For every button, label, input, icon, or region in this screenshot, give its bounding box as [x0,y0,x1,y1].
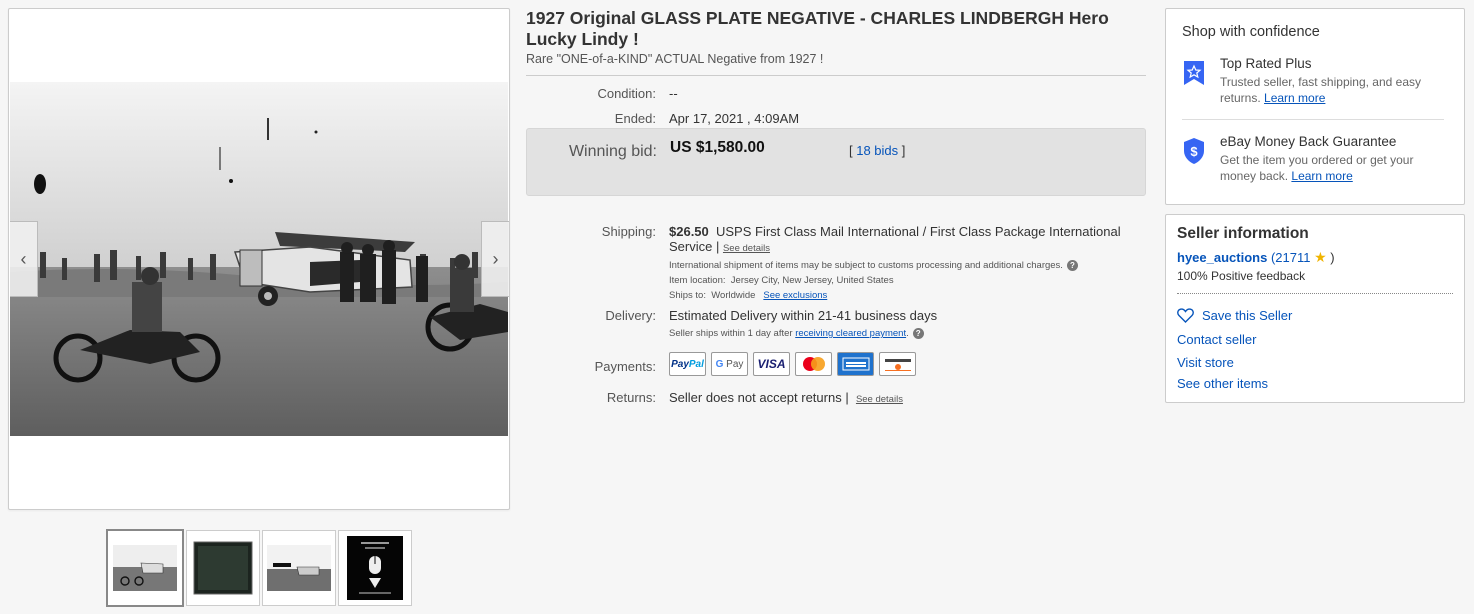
condition-value: -- [669,86,678,101]
winning-bid-label: Winning bid: [568,143,657,160]
ships-to: Ships to: Worldwide See exclusions [669,288,1139,303]
see-exclusions-link[interactable]: See exclusions [763,290,827,301]
shipping-see-details-link[interactable]: See details [723,243,770,254]
positive-feedback: 100% Positive feedback [1177,269,1306,283]
seller-username-link[interactable]: hyee_auctions [1177,250,1267,265]
mastercard-icon [795,352,832,376]
chevron-left-icon: ‹ [20,248,27,269]
thumbnail-2-image [193,541,253,595]
winning-bid-box: Winning bid: US $1,580.00 [ 18 bids ] [526,128,1146,196]
ended-label: Ended: [614,111,656,126]
item-subtitle: Rare "ONE-of-a-KIND" ACTUAL Negative fro… [526,52,824,66]
thumbnail-3-image [267,545,331,591]
main-item-photo[interactable] [10,82,508,436]
top-rated-description: Trusted seller, fast shipping, and easy … [1220,74,1452,106]
top-rated-learn-more-link[interactable]: Learn more [1264,91,1325,105]
ended-value: Apr 17, 2021 , 4:09AM [669,111,800,126]
star-icon: ★ [1314,249,1327,265]
feedback-score-close: ) [1326,250,1335,265]
returns-see-details-link[interactable]: See details [856,394,903,405]
shipping-note-text: International shipment of items may be s… [669,260,1063,271]
winning-bid-price: US $1,580.00 [670,139,765,156]
paypal-icon: Pay Pal [669,352,706,376]
mbg-description: Get the item you ordered or get your mon… [1220,152,1452,184]
payments-label: Payments: [594,359,656,374]
confidence-title: Shop with confidence [1182,24,1320,40]
image-viewer: ‹ › [8,8,510,510]
visa-icon: VISA [753,352,790,376]
google-pay-icon: G Pay [711,352,748,376]
feedback-score-link[interactable]: 21711 [1275,250,1310,265]
visit-store-link[interactable]: Visit store [1177,355,1234,370]
item-location: Item location: Jersey City, New Jersey, … [669,273,1139,288]
thumbnail-strip [106,529,412,608]
condition-label: Condition: [597,86,656,101]
returns-policy: Seller does not accept returns | [669,390,849,405]
mbg-learn-more-link[interactable]: Learn more [1291,169,1352,183]
shipping-price: $26.50 [669,224,709,239]
main-photo-image [10,82,508,436]
heart-icon [1177,308,1194,323]
seller-info-title: Seller information [1177,225,1309,242]
seller-identity: hyee_auctions (21711 ★ ) [1177,249,1335,266]
bids-bracket-close: ] [898,143,906,158]
thumbnail-3[interactable] [262,530,336,606]
bid-history-link[interactable]: 18 bids [856,143,898,158]
previous-image-button[interactable]: ‹ [10,221,38,297]
svg-text:$: $ [1190,144,1198,159]
top-rated-heading: Top Rated Plus [1220,56,1312,71]
next-image-button[interactable]: › [481,221,509,297]
shipping-label: Shipping: [601,224,656,239]
shop-with-confidence-panel: Shop with confidence Top Rated Plus Trus… [1165,8,1465,205]
thumbnail-1-image [113,545,177,591]
money-back-shield-icon: $ [1184,138,1204,164]
delivery-estimate: Estimated Delivery within 21-41 business… [669,308,938,323]
thumbnail-2[interactable] [186,530,260,606]
top-rated-badge-icon [1184,61,1204,85]
handling-time: Seller ships within 1 day after receivin… [669,326,1139,341]
confidence-divider [1182,119,1444,120]
item-info: 1927 Original GLASS PLATE NEGATIVE - CHA… [526,8,1146,614]
item-location-value: Jersey City, New Jersey, United States [730,275,894,286]
thumbnail-4-image [347,536,403,600]
delivery-label: Delivery: [605,308,656,323]
handling-suffix: . [906,328,909,339]
cleared-payment-link[interactable]: receiving cleared payment [795,328,906,339]
save-seller-label: Save this Seller [1202,308,1293,323]
item-location-label: Item location: [669,275,726,286]
chevron-right-icon: › [492,248,499,269]
seller-information-panel: Seller information hyee_auctions (21711 … [1165,214,1465,403]
returns-label: Returns: [606,390,656,405]
bid-count: [ 18 bids ] [849,143,905,158]
delivery-value: Estimated Delivery within 21-41 business… [669,308,1139,341]
american-express-icon [837,352,874,376]
seller-divider [1177,293,1453,294]
thumbnail-1[interactable] [106,529,184,607]
help-icon[interactable]: ? [912,327,924,339]
returns-value: Seller does not accept returns | See det… [669,390,903,407]
item-title: 1927 Original GLASS PLATE NEGATIVE - CHA… [526,8,1109,49]
see-other-items-link[interactable]: See other items [1177,376,1268,391]
help-icon[interactable]: ? [1066,259,1078,271]
discover-icon [879,352,916,376]
shipping-value: $26.50 USPS First Class Mail Internation… [669,224,1139,303]
mbg-heading: eBay Money Back Guarantee [1220,134,1397,149]
handling-prefix: Seller ships within 1 day after [669,328,793,339]
shipping-note: International shipment of items may be s… [669,258,1139,273]
ships-to-label: Ships to: [669,290,706,301]
thumbnail-4[interactable] [338,530,412,606]
ships-to-value: Worldwide [711,290,756,301]
contact-seller-link[interactable]: Contact seller [1177,332,1256,347]
payment-methods: Pay Pal G Pay VISA [669,352,916,376]
save-seller-button[interactable]: Save this Seller [1177,308,1292,323]
